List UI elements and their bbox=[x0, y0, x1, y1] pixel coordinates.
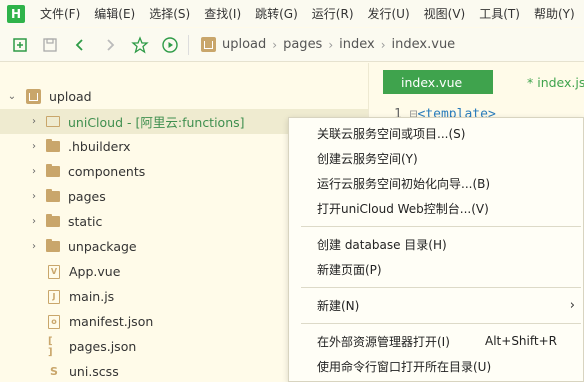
toolbar: upload › pages › index › index.vue bbox=[0, 28, 584, 62]
menu-divider bbox=[301, 323, 581, 324]
star-icon bbox=[131, 35, 149, 54]
chevron-right-icon[interactable]: › bbox=[28, 166, 40, 177]
menu-help[interactable]: 帮助(Y) bbox=[527, 5, 582, 22]
forward-button[interactable] bbox=[100, 35, 120, 55]
vue-file-icon: V bbox=[48, 264, 60, 279]
ctx-item-label: 新建页面(P) bbox=[317, 262, 382, 277]
ctx-new-submenu[interactable]: 新建(N) › bbox=[317, 294, 579, 316]
tree-row-label: uni.scss bbox=[69, 364, 119, 379]
tab-index-js[interactable]: * index.js bbox=[527, 70, 584, 94]
tree-row-label: unpackage bbox=[68, 239, 137, 254]
ctx-item-label: 运行云服务空间初始化向导...(B) bbox=[317, 176, 491, 191]
tree-row-label: .hbuilderx bbox=[68, 139, 131, 154]
tree-row-label: uniCloud - [阿里云:functions] bbox=[68, 115, 245, 130]
ctx-item-label: 使用命令行窗口打开所在目录(U) bbox=[317, 359, 492, 374]
tree-row-label: upload bbox=[49, 89, 92, 104]
breadcrumb-separator: › bbox=[380, 37, 386, 52]
back-button[interactable] bbox=[70, 35, 90, 55]
menu-publish[interactable]: 发行(U) bbox=[361, 5, 417, 22]
toolbar-divider bbox=[188, 34, 189, 55]
ctx-shortcut: Alt+Shift+R bbox=[485, 334, 557, 348]
tree-row-label: static bbox=[68, 214, 103, 229]
ctx-new-page[interactable]: 新建页面(P) bbox=[317, 258, 579, 280]
menu-edit[interactable]: 编辑(E) bbox=[87, 5, 142, 22]
favorite-button[interactable] bbox=[130, 35, 150, 55]
manifest-file-icon: o bbox=[48, 314, 60, 329]
chevron-right-icon bbox=[107, 38, 115, 51]
folder-icon bbox=[46, 189, 60, 202]
breadcrumb-item[interactable]: upload bbox=[222, 37, 266, 52]
project-icon bbox=[26, 89, 41, 104]
project-icon bbox=[201, 37, 216, 52]
menu-divider bbox=[301, 287, 581, 288]
tab-index-vue[interactable]: index.vue bbox=[383, 70, 493, 94]
chevron-right-icon[interactable]: › bbox=[28, 191, 40, 202]
ctx-create-database-dir[interactable]: 创建 database 目录(H) bbox=[317, 233, 579, 255]
scss-file-icon: S bbox=[50, 365, 58, 378]
breadcrumb-item[interactable]: pages bbox=[283, 37, 322, 52]
menu-goto[interactable]: 跳转(G) bbox=[248, 5, 305, 22]
ctx-item-label: 打开uniCloud Web控制台...(V) bbox=[317, 201, 489, 216]
tree-row-label: App.vue bbox=[69, 264, 121, 279]
menu-divider bbox=[301, 226, 581, 227]
ctx-item-label: 关联云服务空间或项目...(S) bbox=[317, 126, 466, 141]
ctx-item-label: 创建 database 目录(H) bbox=[317, 237, 447, 252]
tree-row-label: components bbox=[68, 164, 146, 179]
breadcrumb-separator: › bbox=[328, 37, 334, 52]
chevron-left-icon bbox=[75, 38, 83, 51]
chevron-right-icon[interactable]: › bbox=[28, 241, 40, 252]
folder-icon bbox=[46, 164, 60, 177]
ctx-open-in-explorer[interactable]: 在外部资源管理器打开(I) Alt+Shift+R bbox=[317, 330, 579, 352]
save-button[interactable] bbox=[40, 35, 60, 55]
new-file-button[interactable] bbox=[10, 35, 30, 55]
submenu-arrow-icon: › bbox=[569, 297, 575, 313]
chevron-down-icon[interactable]: ⌄ bbox=[6, 91, 18, 102]
context-menu: 关联云服务空间或项目...(S) 创建云服务空间(Y) 运行云服务空间初始化向导… bbox=[288, 117, 584, 382]
menu-file[interactable]: 文件(F) bbox=[33, 5, 87, 22]
folder-icon bbox=[46, 239, 60, 252]
ctx-item-label: 在外部资源管理器打开(I) bbox=[317, 334, 450, 349]
tree-row-label: manifest.json bbox=[69, 314, 154, 329]
breadcrumb-item[interactable]: index bbox=[339, 37, 375, 52]
chevron-right-icon[interactable]: › bbox=[28, 216, 40, 227]
breadcrumb-item[interactable]: index.vue bbox=[392, 37, 456, 52]
json-file-icon: [ ] bbox=[48, 335, 53, 358]
new-file-icon bbox=[13, 37, 27, 52]
cloud-folder-icon bbox=[46, 116, 60, 127]
js-file-icon: J bbox=[48, 289, 60, 304]
ctx-item-label: 创建云服务空间(Y) bbox=[317, 151, 418, 166]
menu-view[interactable]: 视图(V) bbox=[417, 5, 473, 22]
app-logo-icon: H bbox=[7, 4, 25, 23]
ctx-item-label: 新建(N) bbox=[317, 298, 360, 313]
chevron-right-icon[interactable]: › bbox=[28, 116, 40, 127]
ctx-create-cloud-space[interactable]: 创建云服务空间(Y) bbox=[317, 147, 579, 169]
play-circle-icon bbox=[162, 36, 178, 53]
ctx-open-in-terminal[interactable]: 使用命令行窗口打开所在目录(U) bbox=[317, 355, 579, 377]
tree-row-label: pages bbox=[68, 189, 106, 204]
tree-row-label: main.js bbox=[69, 289, 115, 304]
run-button[interactable] bbox=[160, 35, 180, 55]
ctx-link-cloud-space[interactable]: 关联云服务空间或项目...(S) bbox=[317, 122, 579, 144]
chevron-right-icon[interactable]: › bbox=[28, 141, 40, 152]
ctx-open-web-console[interactable]: 打开uniCloud Web控制台...(V) bbox=[317, 197, 579, 219]
menu-select[interactable]: 选择(S) bbox=[142, 5, 197, 22]
breadcrumb-separator: › bbox=[272, 37, 278, 52]
menu-tools[interactable]: 工具(T) bbox=[472, 5, 527, 22]
save-icon bbox=[43, 37, 57, 52]
menu-run[interactable]: 运行(R) bbox=[305, 5, 361, 22]
menu-bar: H 文件(F) 编辑(E) 选择(S) 查找(I) 跳转(G) 运行(R) 发行… bbox=[0, 0, 584, 27]
folder-icon bbox=[46, 139, 60, 152]
tree-project-root[interactable]: ⌄ upload bbox=[0, 84, 368, 109]
folder-icon bbox=[46, 214, 60, 227]
ctx-init-wizard[interactable]: 运行云服务空间初始化向导...(B) bbox=[317, 172, 579, 194]
menu-find[interactable]: 查找(I) bbox=[197, 5, 248, 22]
tree-row-label: pages.json bbox=[69, 339, 137, 354]
